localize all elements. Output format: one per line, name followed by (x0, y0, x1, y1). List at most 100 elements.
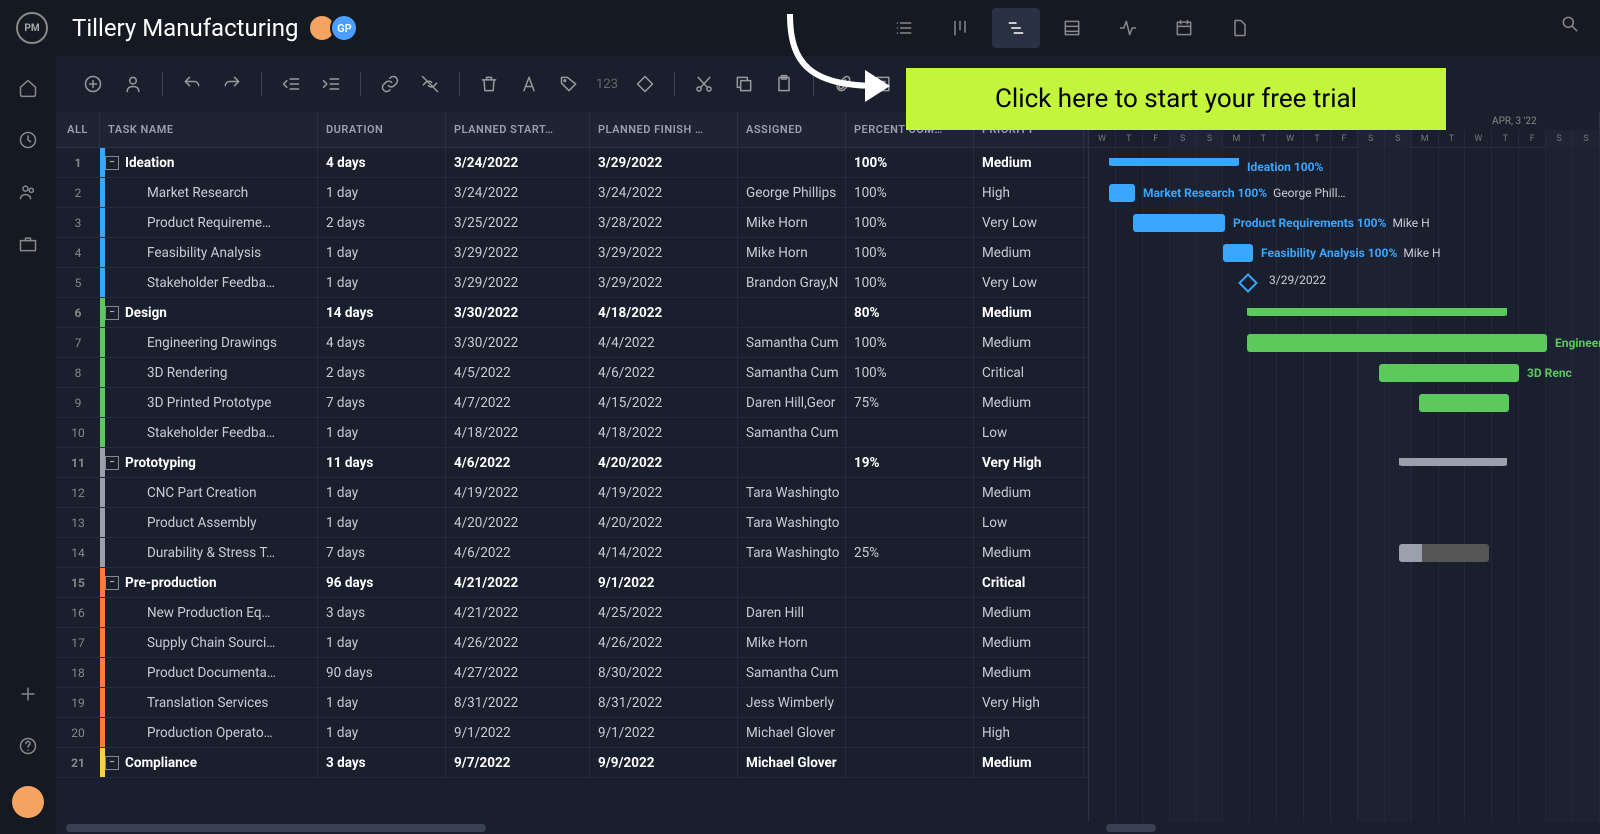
duration-cell[interactable]: 14 days (318, 298, 446, 327)
finish-cell[interactable]: 9/1/2022 (590, 718, 738, 747)
task-name-cell[interactable]: Product Assembly (100, 508, 318, 537)
task-name-cell[interactable]: Stakeholder Feedba… (100, 268, 318, 297)
start-cell[interactable]: 9/1/2022 (446, 718, 590, 747)
percent-cell[interactable] (846, 568, 974, 597)
priority-cell[interactable]: Medium (974, 658, 1084, 687)
percent-cell[interactable] (846, 478, 974, 507)
assigned-cell[interactable]: Jess Wimberly (738, 688, 846, 717)
col-start[interactable]: PLANNED START… (446, 112, 590, 147)
finish-cell[interactable]: 3/29/2022 (590, 148, 738, 177)
avatar[interactable]: GP (330, 14, 358, 42)
gantt-bar[interactable]: Ideation 100% (1109, 158, 1239, 166)
percent-cell[interactable]: 100% (846, 178, 974, 207)
duration-cell[interactable]: 90 days (318, 658, 446, 687)
task-name-cell[interactable]: Engineering Drawings (100, 328, 318, 357)
percent-cell[interactable]: 19% (846, 448, 974, 477)
priority-cell[interactable]: Medium (974, 598, 1084, 627)
percent-cell[interactable]: 100% (846, 268, 974, 297)
task-row[interactable]: 5 Stakeholder Feedba… 1 day 3/29/2022 3/… (56, 268, 1088, 298)
assigned-cell[interactable]: Samantha Cum (738, 658, 846, 687)
percent-cell[interactable] (846, 748, 974, 777)
start-cell[interactable]: 4/5/2022 (446, 358, 590, 387)
task-name-cell[interactable]: New Production Eq… (100, 598, 318, 627)
task-name-cell[interactable]: Product Requireme… (100, 208, 318, 237)
task-row[interactable]: 13 Product Assembly 1 day 4/20/2022 4/20… (56, 508, 1088, 538)
task-row[interactable]: 21 − Compliance 3 days 9/7/2022 9/9/2022… (56, 748, 1088, 778)
task-name-cell[interactable]: − Compliance (100, 748, 318, 777)
start-cell[interactable]: 3/30/2022 (446, 298, 590, 327)
task-name-cell[interactable]: Product Documenta… (100, 658, 318, 687)
finish-cell[interactable]: 8/31/2022 (590, 688, 738, 717)
link-icon[interactable] (373, 67, 407, 101)
view-sheet-icon[interactable] (1048, 8, 1096, 48)
start-cell[interactable]: 3/25/2022 (446, 208, 590, 237)
view-board-icon[interactable] (936, 8, 984, 48)
task-row[interactable]: 3 Product Requireme… 2 days 3/25/2022 3/… (56, 208, 1088, 238)
assigned-cell[interactable]: Mike Horn (738, 628, 846, 657)
font-icon[interactable] (512, 67, 546, 101)
priority-cell[interactable]: Medium (974, 478, 1084, 507)
task-name-cell[interactable]: CNC Part Creation (100, 478, 318, 507)
assigned-cell[interactable] (738, 448, 846, 477)
finish-cell[interactable]: 4/20/2022 (590, 508, 738, 537)
task-name-cell[interactable]: Market Research (100, 178, 318, 207)
task-row[interactable]: 1 − Ideation 4 days 3/24/2022 3/29/2022 … (56, 148, 1088, 178)
task-name-cell[interactable]: Durability & Stress T… (100, 538, 318, 567)
copy-icon[interactable] (727, 67, 761, 101)
percent-cell[interactable] (846, 628, 974, 657)
task-row[interactable]: 9 3D Printed Prototype 7 days 4/7/2022 4… (56, 388, 1088, 418)
start-cell[interactable]: 4/6/2022 (446, 538, 590, 567)
assigned-cell[interactable]: George Phillips (738, 178, 846, 207)
assigned-cell[interactable]: Samantha Cum (738, 418, 846, 447)
assigned-cell[interactable]: Michael Glover (738, 748, 846, 777)
finish-cell[interactable]: 4/25/2022 (590, 598, 738, 627)
clock-icon[interactable] (16, 128, 40, 152)
assigned-cell[interactable]: Samantha Cum (738, 328, 846, 357)
home-icon[interactable] (16, 76, 40, 100)
horizontal-scrollbar[interactable] (56, 822, 1600, 834)
percent-cell[interactable]: 25% (846, 538, 974, 567)
unlink-icon[interactable] (413, 67, 447, 101)
task-row[interactable]: 14 Durability & Stress T… 7 days 4/6/202… (56, 538, 1088, 568)
start-cell[interactable]: 4/18/2022 (446, 418, 590, 447)
duration-cell[interactable]: 2 days (318, 208, 446, 237)
collapse-icon[interactable]: − (105, 156, 119, 170)
assign-icon[interactable] (116, 67, 150, 101)
finish-cell[interactable]: 4/14/2022 (590, 538, 738, 567)
col-name[interactable]: TASK NAME (100, 112, 318, 147)
start-cell[interactable]: 4/27/2022 (446, 658, 590, 687)
redo-icon[interactable] (215, 67, 249, 101)
task-row[interactable]: 7 Engineering Drawings 4 days 3/30/2022 … (56, 328, 1088, 358)
start-cell[interactable]: 8/31/2022 (446, 688, 590, 717)
col-duration[interactable]: DURATION (318, 112, 446, 147)
task-row[interactable]: 15 − Pre-production 96 days 4/21/2022 9/… (56, 568, 1088, 598)
priority-cell[interactable]: Medium (974, 238, 1084, 267)
start-cell[interactable]: 4/26/2022 (446, 628, 590, 657)
priority-cell[interactable]: Critical (974, 358, 1084, 387)
percent-cell[interactable] (846, 718, 974, 747)
duration-cell[interactable]: 7 days (318, 388, 446, 417)
assigned-cell[interactable]: Tara Washingto (738, 478, 846, 507)
task-name-cell[interactable]: − Pre-production (100, 568, 318, 597)
finish-cell[interactable]: 8/30/2022 (590, 658, 738, 687)
priority-cell[interactable]: Medium (974, 148, 1084, 177)
duration-cell[interactable]: 2 days (318, 358, 446, 387)
view-calendar-icon[interactable] (1160, 8, 1208, 48)
duration-cell[interactable]: 1 day (318, 688, 446, 717)
finish-cell[interactable]: 3/24/2022 (590, 178, 738, 207)
duration-cell[interactable]: 7 days (318, 538, 446, 567)
finish-cell[interactable]: 4/15/2022 (590, 388, 738, 417)
collapse-icon[interactable]: − (105, 756, 119, 770)
gantt-bar[interactable]: Engineering D (1247, 334, 1547, 352)
delete-icon[interactable] (472, 67, 506, 101)
task-row[interactable]: 11 − Prototyping 11 days 4/6/2022 4/20/2… (56, 448, 1088, 478)
assigned-cell[interactable]: Daren Hill,Geor (738, 388, 846, 417)
percent-cell[interactable] (846, 688, 974, 717)
duration-cell[interactable]: 1 day (318, 718, 446, 747)
task-name-cell[interactable]: 3D Printed Prototype (100, 388, 318, 417)
search-icon[interactable] (1560, 14, 1580, 38)
gantt-bar[interactable] (1399, 458, 1507, 466)
task-row[interactable]: 10 Stakeholder Feedba… 1 day 4/18/2022 4… (56, 418, 1088, 448)
duration-cell[interactable]: 4 days (318, 148, 446, 177)
percent-cell[interactable] (846, 598, 974, 627)
